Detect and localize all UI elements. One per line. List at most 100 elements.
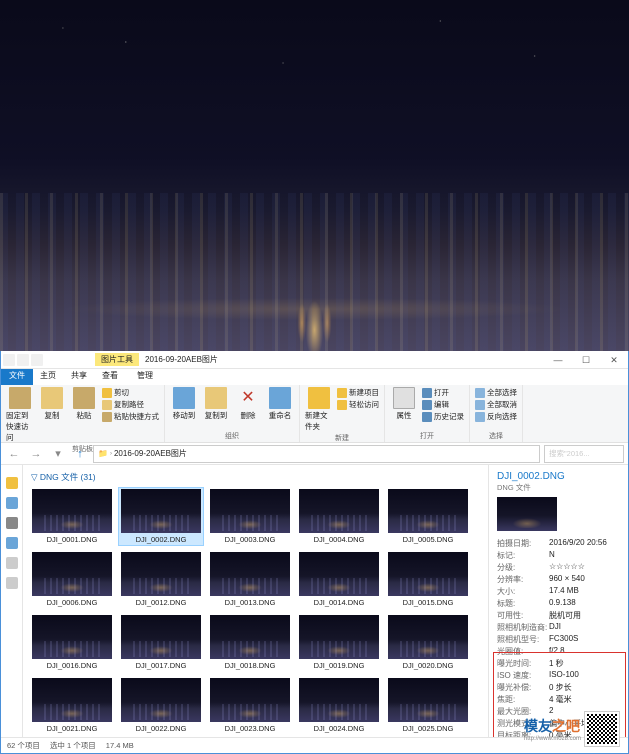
group-label: 新建: [305, 432, 379, 443]
invert-selection-button[interactable]: 反向选择: [475, 411, 517, 422]
file-thumb[interactable]: DJI_0002.DNG: [118, 487, 204, 546]
file-thumb[interactable]: DJI_0024.DNG: [296, 676, 382, 735]
copy-button[interactable]: 复制: [38, 387, 66, 421]
file-name: DJI_0014.DNG: [314, 598, 365, 607]
open-button[interactable]: 打开: [422, 387, 464, 398]
menubar: 文件 主页 共享 查看 管理: [1, 369, 628, 385]
qat-icon[interactable]: [17, 354, 29, 366]
nav-up-button[interactable]: ↑: [71, 445, 89, 463]
search-input[interactable]: 搜索"2016...: [544, 445, 624, 463]
details-subtitle: DNG 文件: [497, 482, 620, 493]
nav-back-button[interactable]: ←: [5, 445, 23, 463]
detail-row: 大小:17.4 MB: [497, 585, 620, 597]
breadcrumb[interactable]: 📁 › 2016-09-20AEB图片: [93, 445, 540, 463]
nav-forward-button[interactable]: →: [27, 445, 45, 463]
file-thumb[interactable]: DJI_0015.DNG: [385, 550, 471, 609]
thumbnail-image: [299, 489, 379, 533]
ribbon: 固定到快速访问 复制 粘贴 剪切 复制路径 粘贴快捷方式 剪贴板 移动到 复制到…: [1, 385, 628, 443]
ribbon-group-organize: 移动到 复制到 ✕删除 重命名 组织: [165, 385, 300, 442]
rename-button[interactable]: 重命名: [266, 387, 294, 421]
tab-share[interactable]: 共享: [64, 369, 95, 385]
copy-to-button[interactable]: 复制到: [202, 387, 230, 421]
file-thumb[interactable]: DJI_0020.DNG: [385, 613, 471, 672]
minimize-button[interactable]: —: [544, 351, 572, 369]
paste-button[interactable]: 粘贴: [70, 387, 98, 421]
onedrive-icon[interactable]: [6, 497, 18, 509]
qr-code: [585, 712, 619, 746]
details-title: DJI_0002.DNG: [497, 471, 620, 482]
move-to-button[interactable]: 移动到: [170, 387, 198, 421]
label: 固定到快速访问: [6, 410, 34, 443]
thumbnail-image: [388, 678, 468, 722]
label: 重命名: [269, 410, 292, 421]
file-name: DJI_0016.DNG: [47, 661, 98, 670]
detail-key: 照相机制造商:: [497, 622, 549, 633]
edit-button[interactable]: 编辑: [422, 399, 464, 410]
tab-home[interactable]: 主页: [33, 369, 64, 385]
detail-row: 光圈值:f/2.8: [497, 645, 620, 657]
drive-icon[interactable]: [6, 577, 18, 589]
nav-pane[interactable]: [1, 465, 23, 737]
thumbnail-image: [32, 615, 112, 659]
ribbon-group-new: 新建文件夹 新建项目 轻松访问 新建: [300, 385, 385, 442]
file-thumb[interactable]: DJI_0004.DNG: [296, 487, 382, 546]
label: 轻松访问: [349, 399, 379, 410]
label: 打开: [434, 387, 449, 398]
pin-to-quick-access-button[interactable]: 固定到快速访问: [6, 387, 34, 443]
detail-value: FC300S: [549, 634, 578, 645]
select-none-button[interactable]: 全部取消: [475, 399, 517, 410]
file-thumb[interactable]: DJI_0019.DNG: [296, 613, 382, 672]
new-folder-button[interactable]: 新建文件夹: [305, 387, 333, 432]
file-thumb[interactable]: DJI_0001.DNG: [29, 487, 115, 546]
history-button[interactable]: 历史记录: [422, 411, 464, 422]
file-thumb[interactable]: DJI_0014.DNG: [296, 550, 382, 609]
file-thumb[interactable]: DJI_0017.DNG: [118, 613, 204, 672]
file-thumb[interactable]: DJI_0025.DNG: [385, 676, 471, 735]
label: 编辑: [434, 399, 449, 410]
file-name: DJI_0003.DNG: [225, 535, 276, 544]
properties-button[interactable]: 属性: [390, 387, 418, 421]
thumbnail-image: [121, 615, 201, 659]
drive-icon[interactable]: [6, 557, 18, 569]
new-item-button[interactable]: 新建项目: [337, 387, 379, 398]
group-header[interactable]: ▽ DNG 文件 (31): [29, 469, 482, 487]
detail-row: 焦距:4 毫米: [497, 693, 620, 705]
detail-key: 照相机型号:: [497, 634, 549, 645]
file-name: DJI_0022.DNG: [136, 724, 187, 733]
close-button[interactable]: ✕: [600, 351, 628, 369]
tab-view[interactable]: 查看: [95, 369, 126, 385]
detail-value: DJI: [549, 622, 561, 633]
detail-value: 0 步长: [549, 682, 572, 693]
cut-button[interactable]: 剪切: [102, 387, 159, 398]
file-thumb[interactable]: DJI_0005.DNG: [385, 487, 471, 546]
hero-night-photo: [0, 0, 629, 351]
network-icon[interactable]: [6, 537, 18, 549]
maximize-button[interactable]: ☐: [572, 351, 600, 369]
file-thumb[interactable]: DJI_0006.DNG: [29, 550, 115, 609]
file-thumb[interactable]: DJI_0021.DNG: [29, 676, 115, 735]
brand-text: 模友之吧: [524, 718, 580, 734]
file-thumb[interactable]: DJI_0016.DNG: [29, 613, 115, 672]
file-thumb[interactable]: DJI_0022.DNG: [118, 676, 204, 735]
file-thumb[interactable]: DJI_0013.DNG: [207, 550, 293, 609]
label: 全部取消: [487, 399, 517, 410]
this-pc-icon[interactable]: [6, 517, 18, 529]
file-thumb[interactable]: DJI_0003.DNG: [207, 487, 293, 546]
breadcrumb-part[interactable]: 2016-09-20AEB图片: [114, 448, 187, 459]
file-thumb[interactable]: DJI_0018.DNG: [207, 613, 293, 672]
select-all-button[interactable]: 全部选择: [475, 387, 517, 398]
tab-file[interactable]: 文件: [1, 369, 33, 385]
detail-key: ISO 速度:: [497, 670, 549, 681]
nav-recent-button[interactable]: ▾: [49, 445, 67, 463]
copy-path-button[interactable]: 复制路径: [102, 399, 159, 410]
paste-shortcut-button[interactable]: 粘贴快捷方式: [102, 411, 159, 422]
easy-access-button[interactable]: 轻松访问: [337, 399, 379, 410]
quick-access-icon[interactable]: [6, 477, 18, 489]
file-thumb[interactable]: DJI_0023.DNG: [207, 676, 293, 735]
tab-manage[interactable]: 管理: [130, 369, 160, 385]
file-name: DJI_0002.DNG: [136, 535, 187, 544]
qat-icon[interactable]: [31, 354, 43, 366]
label: 新建项目: [349, 387, 379, 398]
file-thumb[interactable]: DJI_0012.DNG: [118, 550, 204, 609]
delete-button[interactable]: ✕删除: [234, 387, 262, 421]
